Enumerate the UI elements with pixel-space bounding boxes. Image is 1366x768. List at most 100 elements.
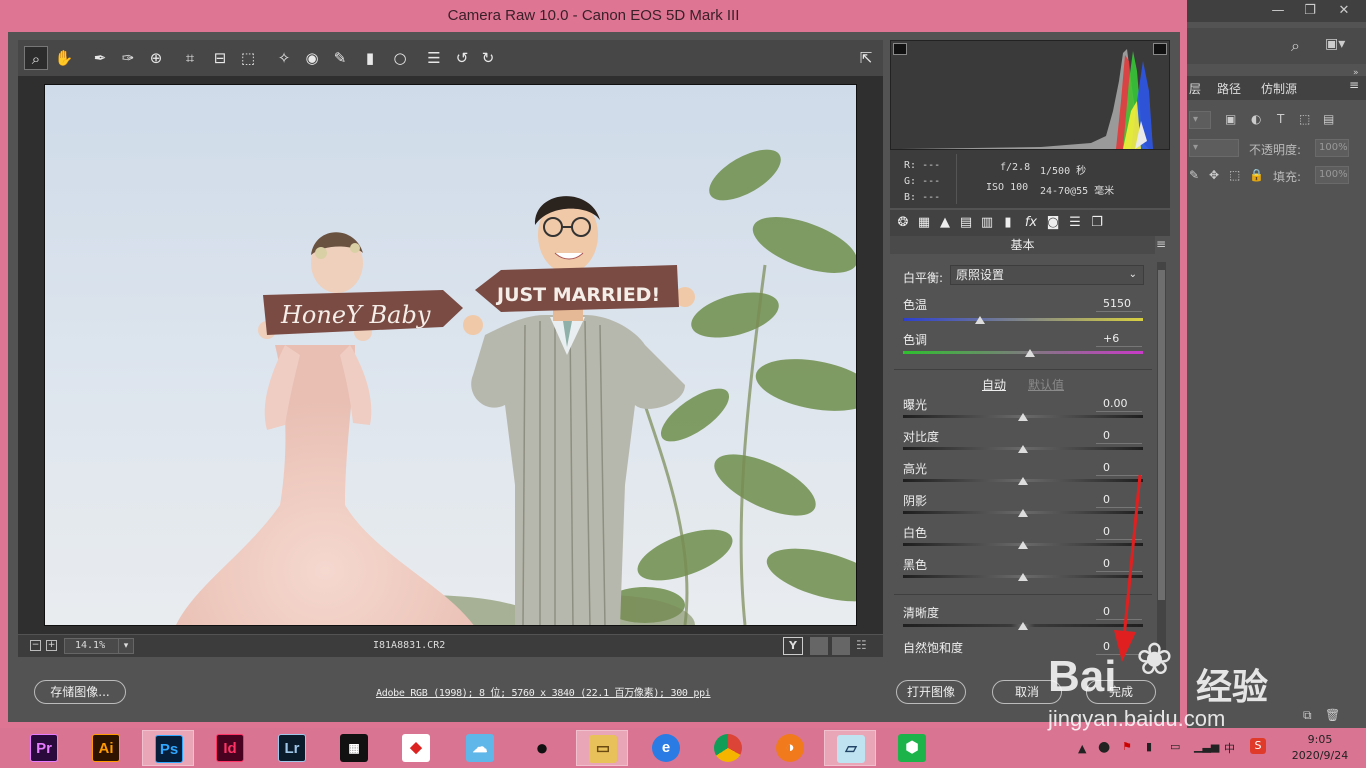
image-preview[interactable]: HoneY Baby JUST MARRIED! (18, 76, 883, 634)
shape-filter-icon[interactable]: ⬚ (1299, 112, 1310, 126)
taskbar-browser[interactable]: e (640, 730, 692, 766)
whites-slider-thumb[interactable] (1018, 541, 1028, 549)
workflow-options-link[interactable]: Adobe RGB (1998); 8 位; 5760 x 3840 (22.1… (376, 684, 711, 699)
taskbar-app-notes[interactable]: ▱ (824, 730, 876, 766)
taskbar-app-green[interactable]: ⬢ (886, 730, 938, 766)
search-icon[interactable]: ⌕ (1291, 36, 1300, 56)
fullscreen-icon[interactable]: ⇱ (854, 46, 878, 70)
tray-network-icon[interactable]: ▭ (1170, 740, 1180, 753)
tint-value[interactable]: +6 (1096, 332, 1142, 347)
tab-tone-curve-icon[interactable]: ▦ (915, 213, 933, 233)
tray-signal-icon[interactable]: ▁▃▅ (1194, 740, 1219, 753)
tab-layers[interactable]: 层 (1189, 80, 1201, 97)
zoom-dropdown-icon[interactable]: ▾ (118, 638, 134, 654)
fill-field[interactable]: 100% (1315, 166, 1349, 184)
transform-tool-icon[interactable]: ⬚ (236, 46, 260, 70)
shadows-slider-thumb[interactable] (1018, 509, 1028, 517)
done-button[interactable]: 完成 (1086, 680, 1156, 704)
taskbar-app-red[interactable]: ◆ (390, 730, 442, 766)
type-filter-icon[interactable]: T (1277, 112, 1284, 126)
rotate-left-icon[interactable]: ↺ (450, 46, 474, 70)
panel-menu-icon[interactable]: ≡ (1156, 237, 1166, 251)
toggle-settings-icon[interactable]: ☷ (856, 638, 867, 652)
tray-battery-icon[interactable]: ▮ (1146, 740, 1152, 753)
exposure-slider-thumb[interactable] (1018, 413, 1028, 421)
cancel-button[interactable]: 取消 (992, 680, 1062, 704)
temperature-value[interactable]: 5150 (1096, 297, 1142, 312)
copy-settings-icon[interactable] (832, 637, 850, 655)
tab-lens-icon[interactable]: ▮ (999, 213, 1017, 233)
smart-filter-icon[interactable]: ▤ (1323, 112, 1334, 126)
tab-basic-icon[interactable]: ❂ (894, 213, 912, 233)
graduated-filter-icon[interactable]: ▮ (358, 46, 382, 70)
open-image-button[interactable]: 打开图像 (896, 680, 966, 704)
spot-removal-icon[interactable]: ✧ (272, 46, 296, 70)
highlights-slider-thumb[interactable] (1018, 477, 1028, 485)
tab-paths[interactable]: 路径 (1217, 80, 1241, 97)
taskbar-app-orange[interactable]: ◑ (764, 730, 816, 766)
clock-date[interactable]: 2020/9/24 (1282, 749, 1358, 762)
straighten-tool-icon[interactable]: ⊟ (208, 46, 232, 70)
blend-mode-dropdown[interactable]: ▾ (1189, 139, 1239, 157)
taskbar-premiere[interactable]: Pr (18, 730, 70, 766)
sogou-ime-icon[interactable]: S (1250, 738, 1266, 754)
crop-tool-icon[interactable]: ⌗ (178, 46, 202, 70)
zoom-tool-icon[interactable]: ⌕ (24, 46, 48, 70)
default-button[interactable]: 默认值 (1028, 376, 1064, 393)
ime-indicator[interactable]: 中 (1224, 740, 1235, 756)
adjustment-filter-icon[interactable]: ◐ (1251, 112, 1261, 126)
tab-split-toning-icon[interactable]: ▥ (978, 213, 996, 233)
blacks-slider-thumb[interactable] (1018, 573, 1028, 581)
contrast-value[interactable]: 0 (1096, 429, 1142, 444)
white-balance-tool-icon[interactable]: ✒ (88, 46, 112, 70)
tint-slider[interactable] (903, 351, 1143, 354)
temperature-slider[interactable] (903, 318, 1143, 321)
taskbar-qq[interactable]: ● (516, 730, 568, 766)
close-button[interactable]: ✕ (1331, 2, 1357, 20)
filter-dropdown[interactable]: ▾ (1189, 111, 1211, 129)
clarity-slider-thumb[interactable] (1018, 622, 1028, 630)
tab-detail-icon[interactable]: ▲ (936, 213, 954, 233)
adjustment-brush-icon[interactable]: ✎ (328, 46, 352, 70)
zoom-out-button[interactable]: − (30, 640, 41, 651)
tray-flag-icon[interactable]: ⚑ (1122, 740, 1132, 753)
taskbar-photoshop[interactable]: Ps (142, 730, 194, 766)
workspace-icon[interactable]: ▣▾ (1325, 36, 1345, 52)
taskbar-illustrator[interactable]: Ai (80, 730, 132, 766)
zoom-in-button[interactable]: + (46, 640, 57, 651)
tab-hsl-icon[interactable]: ▤ (957, 213, 975, 233)
tab-effects-icon[interactable]: fx (1022, 213, 1040, 233)
delete-layer-icon[interactable]: 🗑 (1325, 708, 1340, 722)
brush-lock-icon[interactable]: ✎ (1189, 168, 1199, 182)
rotate-right-icon[interactable]: ↻ (476, 46, 500, 70)
contrast-slider-thumb[interactable] (1018, 445, 1028, 453)
new-layer-icon[interactable]: ⧉ (1303, 708, 1312, 723)
hand-tool-icon[interactable]: ✋ (52, 46, 76, 70)
preferences-icon[interactable]: ☰ (422, 46, 446, 70)
clock-time[interactable]: 9:05 (1290, 733, 1350, 746)
swap-settings-icon[interactable] (810, 637, 828, 655)
move-lock-icon[interactable]: ✥ (1209, 168, 1219, 182)
minimize-button[interactable]: — (1265, 2, 1291, 20)
taskbar-indesign[interactable]: Id (204, 730, 256, 766)
artboard-lock-icon[interactable]: ⬚ (1229, 168, 1240, 182)
target-adjust-icon[interactable]: ⊕ (144, 46, 168, 70)
before-after-toggle[interactable]: Y (783, 637, 803, 655)
tray-expand-icon[interactable]: ▲ (1078, 742, 1086, 755)
tab-presets-icon[interactable]: ☰ (1066, 213, 1084, 233)
auto-button[interactable]: 自动 (982, 376, 1006, 393)
taskbar-explorer[interactable]: ▭ (576, 730, 628, 766)
taskbar-app-blue[interactable]: ☁ (454, 730, 506, 766)
exposure-value[interactable]: 0.00 (1096, 397, 1142, 412)
red-eye-icon[interactable]: ◉ (300, 46, 324, 70)
opacity-field[interactable]: 100% (1315, 139, 1349, 157)
taskbar-lightroom[interactable]: Lr (266, 730, 318, 766)
color-sampler-icon[interactable]: ✑ (116, 46, 140, 70)
white-balance-dropdown[interactable]: 原照设置 ⌄ (950, 265, 1144, 285)
lock-icon[interactable]: 🔒 (1249, 168, 1264, 182)
tab-calibration-icon[interactable]: ◙ (1044, 213, 1062, 233)
radial-filter-icon[interactable]: ○ (388, 46, 412, 70)
temperature-slider-thumb[interactable] (974, 316, 985, 324)
image-filter-icon[interactable]: ▣ (1225, 112, 1236, 126)
tint-slider-thumb[interactable] (1025, 349, 1036, 357)
